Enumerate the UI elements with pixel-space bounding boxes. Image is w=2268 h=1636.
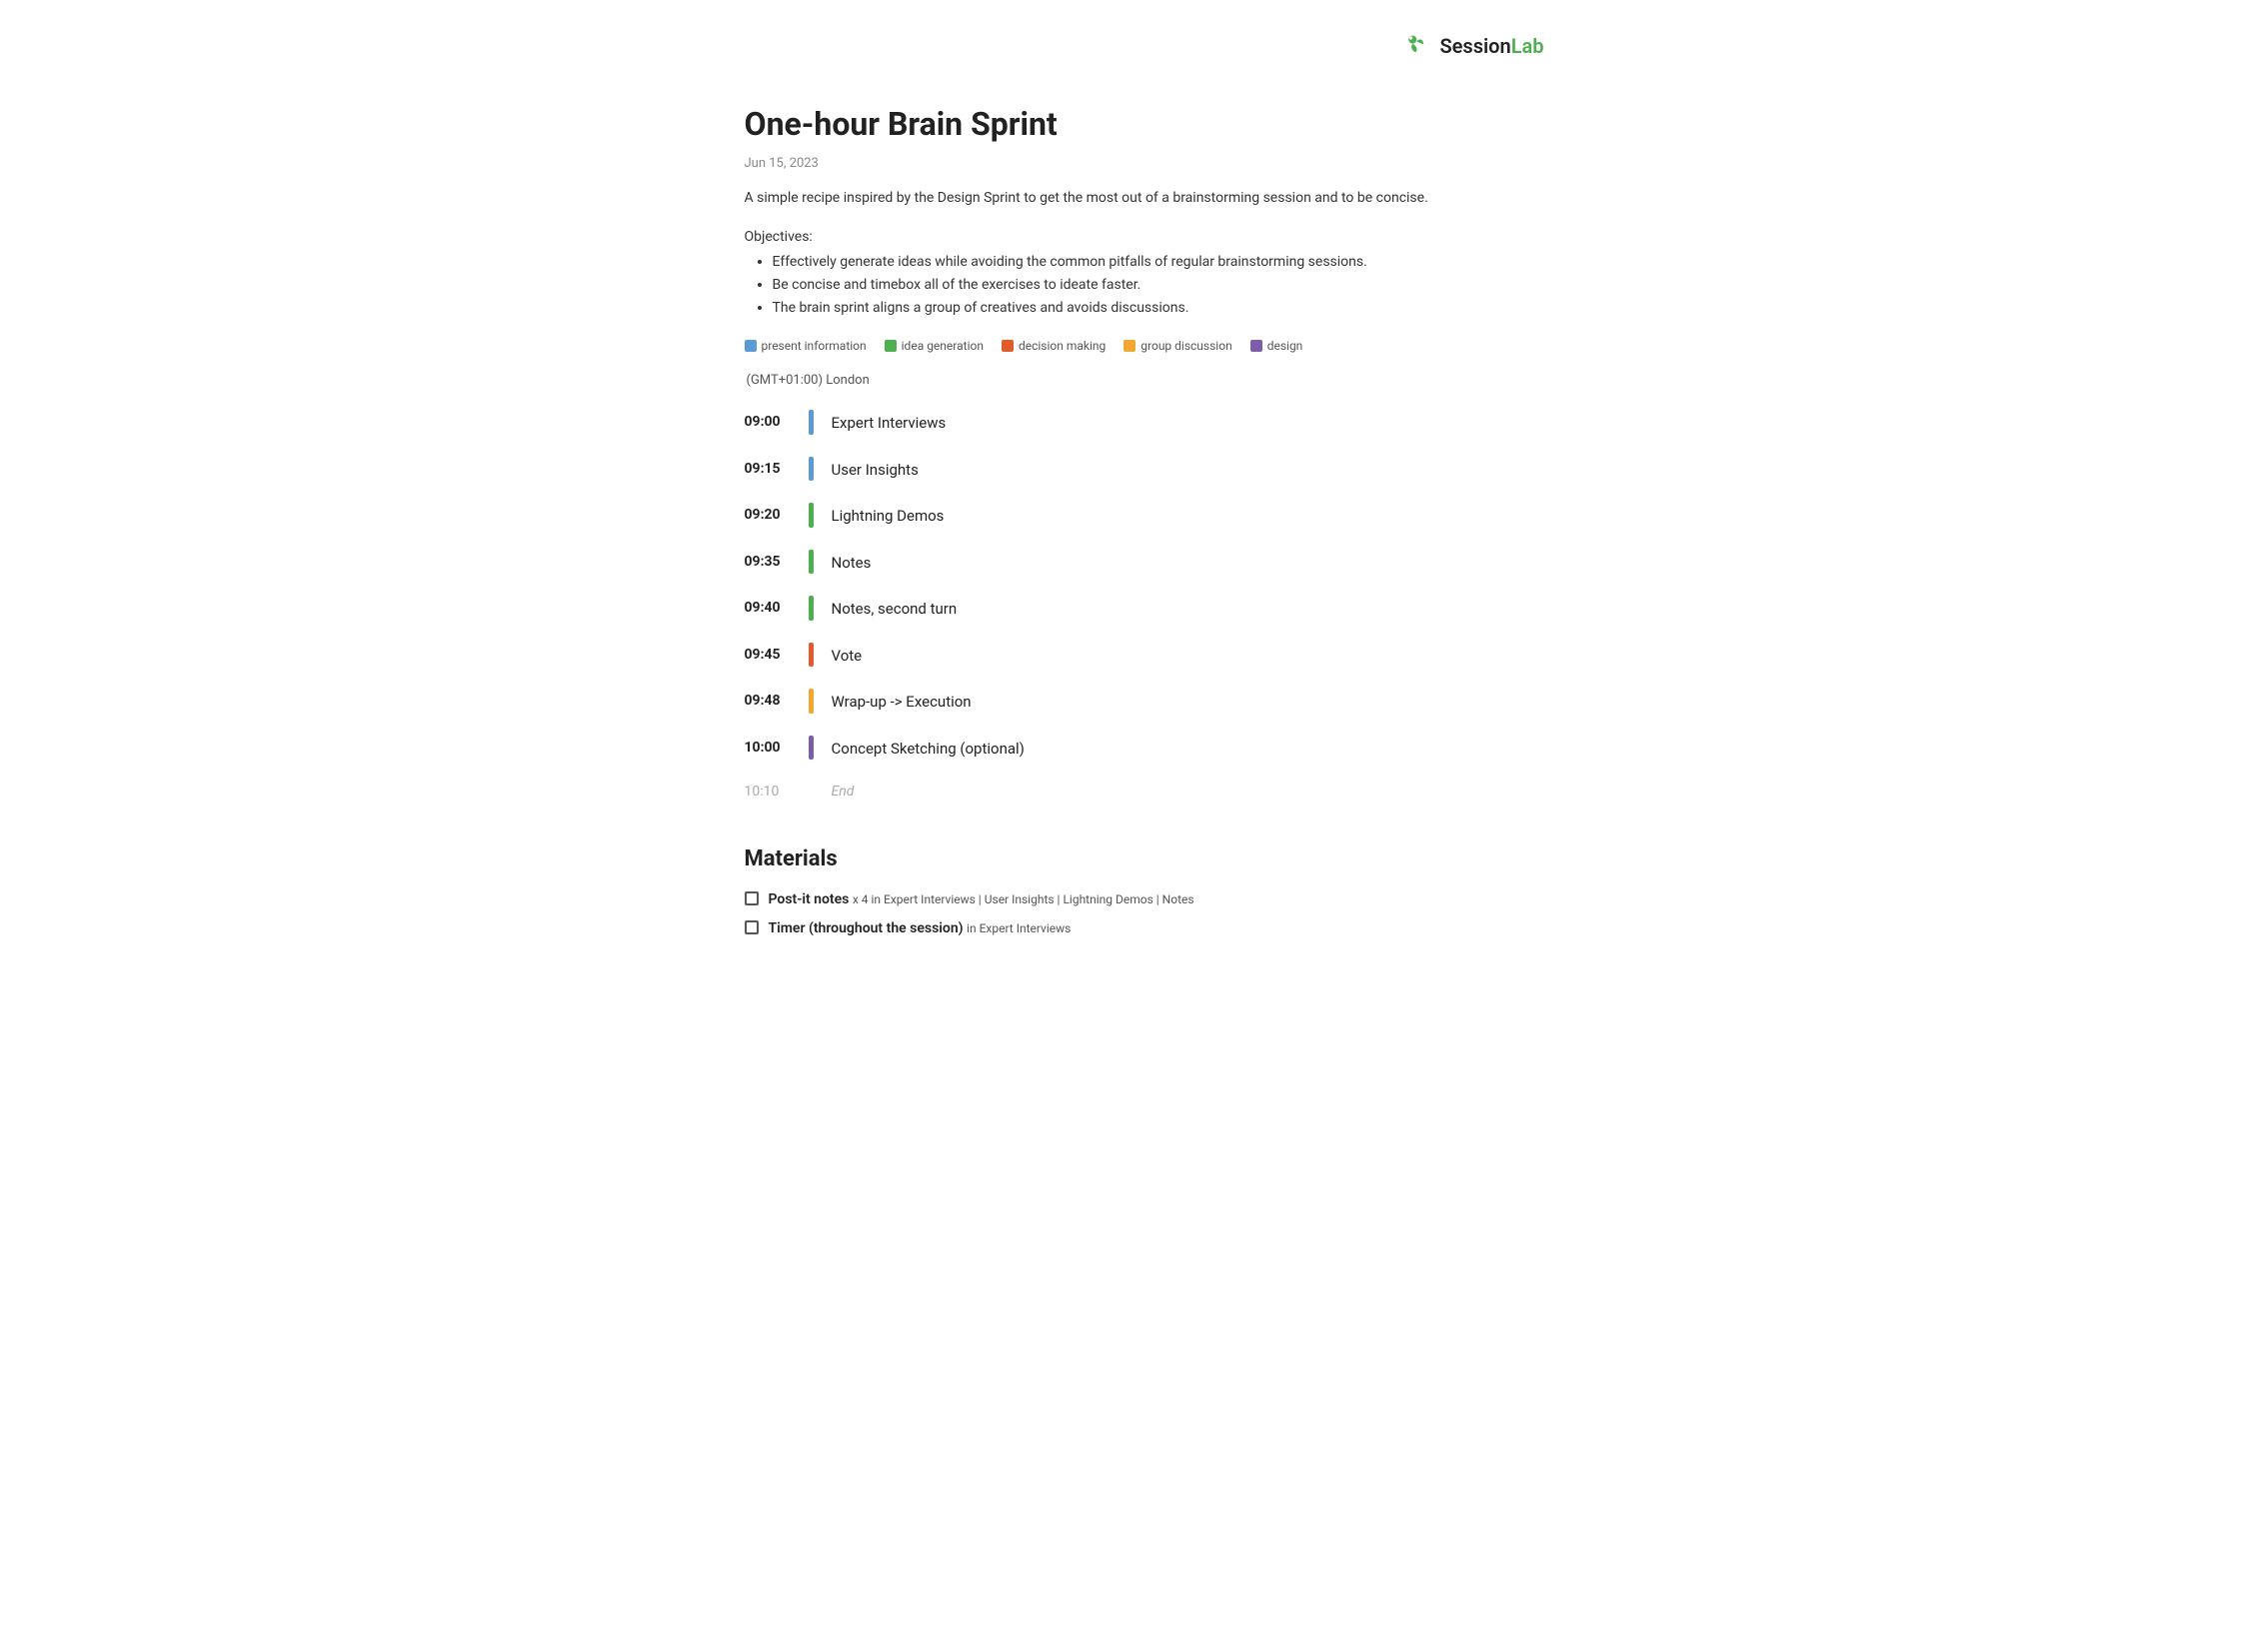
material-text-1: Timer (throughout the session) in Expert… — [769, 918, 1072, 939]
schedule-time-0: 09:00 — [745, 410, 805, 435]
schedule-row-2: 09:20 Lightning Demos — [745, 503, 1524, 528]
legend-present-information-label: present information — [762, 337, 867, 355]
idea-generation-dot — [885, 340, 897, 352]
group-discussion-dot — [1124, 340, 1135, 352]
legend: present information idea generation deci… — [745, 337, 1524, 355]
logo-text: SessionLab — [1439, 31, 1543, 61]
legend-design: design — [1250, 337, 1303, 355]
legend-idea-generation-label: idea generation — [902, 337, 984, 355]
sessionlab-logo-icon — [1401, 30, 1433, 62]
schedule-end-row: 10:10 End — [745, 782, 1524, 803]
schedule-time-4: 09:40 — [745, 596, 805, 621]
schedule-row-0: 09:00 Expert Interviews — [745, 410, 1524, 435]
schedule-end-label: End — [832, 782, 855, 803]
decision-making-dot — [1002, 340, 1014, 352]
schedule-row-7: 10:00 Concept Sketching (optional) — [745, 736, 1524, 761]
schedule-title-5: Vote — [832, 643, 863, 668]
schedule-bar-5 — [809, 643, 814, 668]
material-detail-0: x 4 — [853, 892, 872, 906]
objectives-list: Effectively generate ideas while avoidin… — [745, 252, 1524, 319]
material-checkbox-1[interactable] — [745, 920, 759, 934]
schedule-bar-3 — [809, 550, 814, 575]
objective-item: Effectively generate ideas while avoidin… — [773, 252, 1524, 273]
objective-item: Be concise and timebox all of the exerci… — [773, 275, 1524, 296]
schedule-title-3: Notes — [832, 550, 872, 575]
schedule-bar-1 — [809, 457, 814, 482]
schedule-bar-6 — [809, 689, 814, 714]
legend-decision-making: decision making — [1002, 337, 1106, 355]
timezone: (GMT+01:00) London — [745, 371, 1524, 391]
present-information-dot — [745, 340, 757, 352]
schedule-bar-7 — [809, 736, 814, 761]
design-dot — [1250, 340, 1262, 352]
schedule-time-1: 09:15 — [745, 457, 805, 482]
page-wrapper: SessionLab One-hour Brain Sprint Jun 15,… — [685, 0, 1584, 1007]
schedule-time-3: 09:35 — [745, 550, 805, 575]
material-item-0: Post-it notes x 4 in Expert Interviews |… — [745, 889, 1524, 910]
logo-area: SessionLab — [1401, 30, 1543, 62]
objective-item: The brain sprint aligns a group of creat… — [773, 298, 1524, 319]
legend-design-label: design — [1267, 337, 1303, 355]
schedule-title-2: Lightning Demos — [832, 503, 945, 528]
schedule-bar-2 — [809, 503, 814, 528]
material-locations-1: in Expert Interviews — [967, 921, 1071, 935]
page-date: Jun 15, 2023 — [745, 154, 1524, 174]
schedule-row-5: 09:45 Vote — [745, 643, 1524, 668]
schedule-row-4: 09:40 Notes, second turn — [745, 596, 1524, 621]
legend-idea-generation: idea generation — [885, 337, 984, 355]
schedule-end-time: 10:10 — [745, 782, 805, 803]
schedule-title-4: Notes, second turn — [832, 596, 958, 621]
legend-group-discussion: group discussion — [1124, 337, 1231, 355]
schedule-time-2: 09:20 — [745, 503, 805, 528]
legend-present-information: present information — [745, 337, 867, 355]
material-item-1: Timer (throughout the session) in Expert… — [745, 918, 1524, 939]
schedule-title-0: Expert Interviews — [832, 410, 947, 435]
schedule-title-6: Wrap-up -> Execution — [832, 689, 972, 714]
materials-section: Materials Post-it notes x 4 in Expert In… — [745, 842, 1524, 939]
schedule-time-7: 10:00 — [745, 736, 805, 761]
legend-group-discussion-label: group discussion — [1140, 337, 1231, 355]
material-text-0: Post-it notes x 4 in Expert Interviews |… — [769, 889, 1194, 910]
schedule-row-1: 09:15 User Insights — [745, 457, 1524, 482]
schedule-bar-4 — [809, 596, 814, 621]
materials-title: Materials — [745, 842, 1524, 875]
schedule-row-6: 09:48 Wrap-up -> Execution — [745, 689, 1524, 714]
schedule-title-1: User Insights — [832, 457, 919, 482]
page-title: One-hour Brain Sprint — [745, 100, 1524, 148]
material-name-1: Timer (throughout the session) — [769, 920, 964, 936]
schedule-row-3: 09:35 Notes — [745, 550, 1524, 575]
page-description: A simple recipe inspired by the Design S… — [745, 188, 1524, 209]
material-name-0: Post-it notes — [769, 891, 850, 907]
schedule-bar-0 — [809, 410, 814, 435]
schedule-title-7: Concept Sketching (optional) — [832, 736, 1025, 761]
objectives-label: Objectives: — [745, 227, 1524, 248]
material-checkbox-0[interactable] — [745, 891, 759, 905]
material-locations-0: in Expert Interviews | User Insights | L… — [872, 892, 1194, 906]
schedule-time-6: 09:48 — [745, 689, 805, 714]
schedule: 09:00 Expert Interviews 09:15 User Insig… — [745, 410, 1524, 803]
schedule-time-5: 09:45 — [745, 643, 805, 668]
legend-decision-making-label: decision making — [1019, 337, 1106, 355]
